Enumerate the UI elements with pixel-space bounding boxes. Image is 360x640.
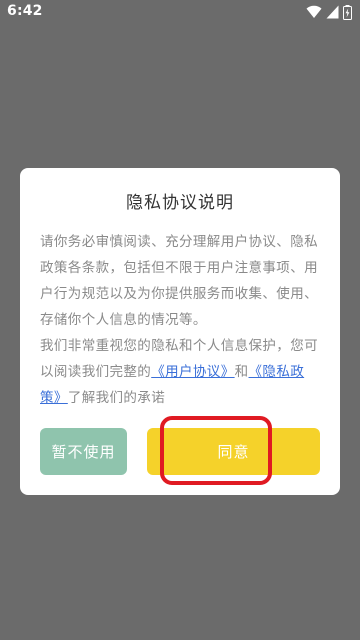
user-agreement-link[interactable]: 《用户协议》 <box>151 364 234 380</box>
status-time: 6:42 <box>7 3 43 19</box>
agree-button[interactable]: 同意 <box>147 428 320 475</box>
dialog-title: 隐私协议说明 <box>126 193 234 213</box>
paragraph-2-suffix: 了解我们的承诺 <box>67 390 166 406</box>
privacy-paragraph-2: 我们非常重视您的隐私和个人信息保护，您可以阅读我们完整的《用户协议》和《隐私政策… <box>40 333 323 411</box>
status-bar: 6:42 <box>0 0 360 24</box>
status-icons <box>306 4 352 20</box>
and-text: 和 <box>234 364 249 380</box>
battery-icon <box>343 4 352 20</box>
decline-button[interactable]: 暂不使用 <box>40 428 127 475</box>
cell-signal-icon <box>326 5 339 19</box>
wifi-icon <box>306 5 322 19</box>
dialog-body: 请你务必审慎阅读、充分理解用户协议、隐私政策各条款，包括但不限于用户注意事项、用… <box>40 229 323 411</box>
privacy-paragraph-1: 请你务必审慎阅读、充分理解用户协议、隐私政策各条款，包括但不限于用户注意事项、用… <box>40 234 318 328</box>
privacy-dialog: 隐私协议说明 请你务必审慎阅读、充分理解用户协议、隐私政策各条款，包括但不限于用… <box>20 168 340 495</box>
